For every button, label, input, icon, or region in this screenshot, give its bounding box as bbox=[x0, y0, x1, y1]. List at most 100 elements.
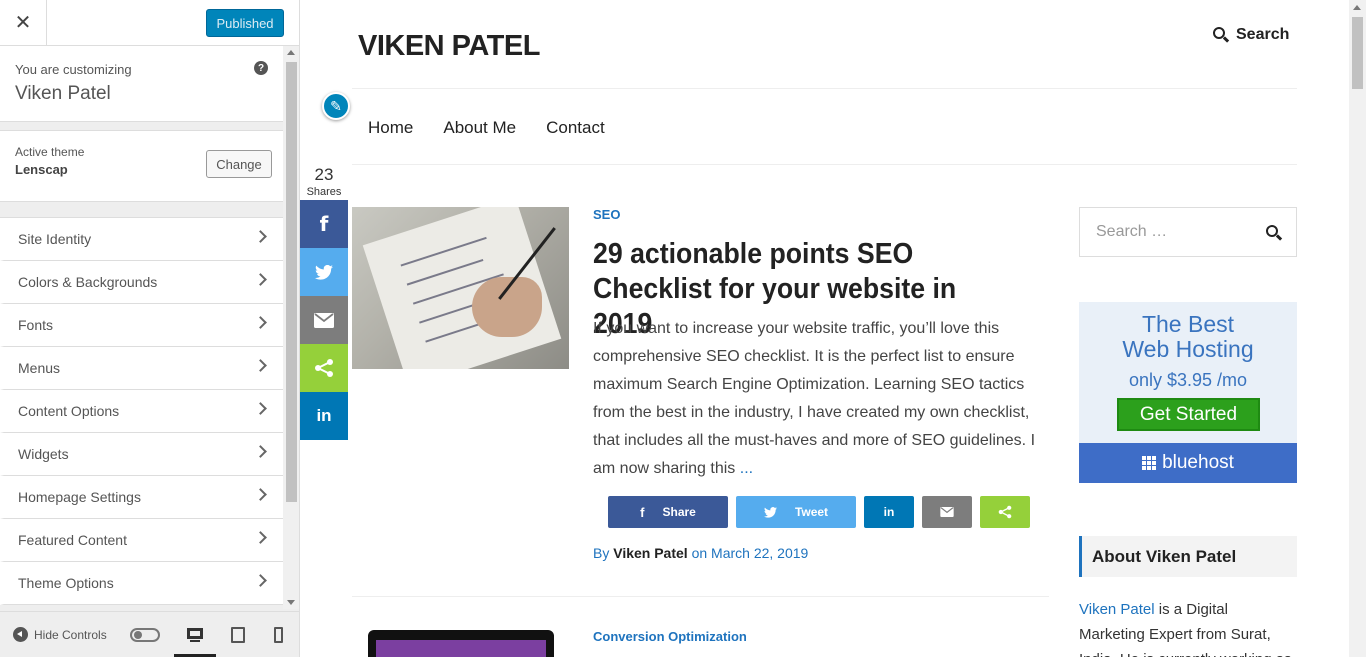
read-more-link[interactable]: ... bbox=[740, 460, 753, 477]
share-count-number: 23 bbox=[314, 165, 334, 184]
post-excerpt: If you want to increase your website tra… bbox=[593, 315, 1048, 483]
share-twitter-label: Tweet bbox=[794, 505, 829, 519]
floating-linkedin-button[interactable]: in bbox=[300, 392, 348, 440]
floating-twitter-button[interactable] bbox=[300, 248, 348, 296]
sidebar-item-featured-content[interactable]: Featured Content bbox=[0, 519, 283, 562]
nav-item-about-me[interactable]: About Me bbox=[443, 118, 516, 138]
scroll-up-arrow-icon[interactable] bbox=[287, 50, 295, 55]
hide-controls-label: Hide Controls bbox=[34, 627, 107, 642]
chevron-right-icon bbox=[254, 230, 267, 243]
sidebar-search-widget[interactable]: Search … bbox=[1079, 207, 1297, 257]
about-widget-title: About Viken Patel bbox=[1079, 536, 1297, 577]
publish-button[interactable]: Published bbox=[206, 9, 284, 37]
desktop-preview-icon[interactable] bbox=[186, 626, 204, 644]
floating-facebook-button[interactable]: f bbox=[300, 200, 348, 248]
sidebar-item-fonts[interactable]: Fonts bbox=[0, 304, 283, 347]
floating-email-button[interactable] bbox=[300, 296, 348, 344]
share-email-button[interactable] bbox=[922, 496, 972, 528]
hide-controls-button[interactable]: Hide Controls bbox=[13, 627, 107, 642]
close-customizer-button[interactable]: ✕ bbox=[0, 0, 47, 45]
sidebar-item-label: Content Options bbox=[18, 403, 120, 419]
scroll-up-arrow-icon[interactable] bbox=[1353, 5, 1361, 10]
ad-headline: The Best Web Hosting bbox=[1079, 312, 1297, 362]
bluehost-ad-banner[interactable]: The Best Web Hosting only $3.95 /mo Get … bbox=[1079, 302, 1297, 483]
nav-divider bbox=[352, 164, 1297, 165]
sidebar-item-content-options[interactable]: Content Options bbox=[0, 390, 283, 433]
header-search-button[interactable]: Search bbox=[1213, 26, 1289, 44]
post-category-link[interactable]: Conversion Optimization bbox=[593, 629, 747, 644]
share-facebook-button[interactable]: f Share bbox=[608, 496, 728, 528]
scrollbar-thumb[interactable] bbox=[1352, 17, 1363, 89]
tablet-preview-icon[interactable] bbox=[229, 626, 247, 644]
share-count-label: Shares bbox=[306, 186, 342, 198]
customizer-header: ✕ Published bbox=[0, 0, 299, 46]
post-byline: By Viken Patel on March 22, 2019 bbox=[593, 545, 808, 561]
main-navigation: Home About Me Contact bbox=[368, 118, 635, 138]
scrollbar-thumb[interactable] bbox=[286, 62, 297, 502]
active-theme-section: Active theme Lenscap Change bbox=[0, 130, 283, 202]
nav-item-home[interactable]: Home bbox=[368, 118, 413, 138]
chevron-right-icon bbox=[254, 445, 267, 458]
sidebar-item-homepage-settings[interactable]: Homepage Settings bbox=[0, 476, 283, 519]
about-author-link[interactable]: Viken Patel bbox=[1079, 601, 1155, 618]
edit-shortcut-pencil-icon[interactable]: ✎ bbox=[322, 92, 350, 120]
change-theme-button[interactable]: Change bbox=[206, 150, 272, 178]
preview-scrollbar[interactable] bbox=[1349, 0, 1366, 657]
search-icon bbox=[1213, 27, 1230, 43]
close-icon: ✕ bbox=[14, 12, 32, 34]
customizer-menu: Site Identity Colors & Backgrounds Fonts… bbox=[0, 217, 283, 605]
sidebar-item-theme-options[interactable]: Theme Options bbox=[0, 562, 283, 605]
linkedin-icon: in bbox=[316, 406, 332, 425]
about-widget-text: Viken Patel is a Digital Marketing Exper… bbox=[1079, 597, 1297, 657]
sidebar-item-label: Menus bbox=[18, 360, 61, 376]
email-icon bbox=[314, 312, 334, 328]
customizer-panel: You are customizing Viken Patel ? Active… bbox=[0, 46, 283, 609]
post-excerpt-text: If you want to increase your website tra… bbox=[593, 320, 1036, 477]
sidebar-item-menus[interactable]: Menus bbox=[0, 347, 283, 390]
twitter-icon bbox=[763, 506, 777, 518]
search-input[interactable]: Search … bbox=[1096, 223, 1167, 241]
chevron-right-icon bbox=[254, 574, 267, 587]
hide-controls-toggle[interactable] bbox=[130, 628, 160, 642]
share-twitter-button[interactable]: Tweet bbox=[736, 496, 856, 528]
sidebar-item-site-identity[interactable]: Site Identity bbox=[0, 218, 283, 261]
linkedin-icon: in bbox=[883, 505, 895, 519]
scroll-down-arrow-icon[interactable] bbox=[287, 600, 295, 605]
help-icon[interactable]: ? bbox=[254, 61, 268, 75]
ad-brand-name: bluehost bbox=[1162, 452, 1234, 473]
customizing-label: You are customizing bbox=[15, 62, 132, 77]
twitter-icon bbox=[315, 264, 333, 280]
post-thumbnail[interactable] bbox=[352, 207, 569, 369]
sidebar-item-label: Fonts bbox=[18, 317, 54, 333]
post-author-link[interactable]: Viken Patel bbox=[613, 545, 687, 561]
share-linkedin-button[interactable]: in bbox=[864, 496, 914, 528]
ad-get-started-button[interactable]: Get Started bbox=[1117, 398, 1260, 431]
sidebar-item-widgets[interactable]: Widgets bbox=[0, 433, 283, 476]
sidebar-item-label: Homepage Settings bbox=[18, 489, 141, 505]
ad-line1: The Best bbox=[1141, 311, 1235, 337]
search-icon[interactable] bbox=[1266, 225, 1283, 241]
customizer-sidebar: ✕ Published You are customizing Viken Pa… bbox=[0, 0, 300, 657]
sidebar-scrollbar[interactable] bbox=[283, 46, 299, 609]
share-icon bbox=[315, 359, 333, 377]
floating-share-button[interactable] bbox=[300, 344, 348, 392]
mobile-preview-icon[interactable] bbox=[270, 626, 288, 644]
site-title[interactable]: VIKEN PATEL bbox=[358, 30, 540, 63]
email-icon bbox=[940, 507, 954, 517]
byline-on: on bbox=[691, 545, 708, 561]
chevron-right-icon bbox=[254, 273, 267, 286]
byline-by: By bbox=[593, 545, 610, 561]
post-category-link[interactable]: SEO bbox=[593, 207, 620, 222]
chevron-right-icon bbox=[254, 488, 267, 501]
share-count: 23 Shares bbox=[300, 165, 348, 198]
nav-item-contact[interactable]: Contact bbox=[546, 118, 605, 138]
sidebar-item-colors-backgrounds[interactable]: Colors & Backgrounds bbox=[0, 261, 283, 304]
bluehost-logo-icon bbox=[1142, 456, 1157, 470]
customizing-site-name: Viken Patel bbox=[15, 83, 111, 104]
chevron-right-icon bbox=[254, 316, 267, 329]
chevron-right-icon bbox=[254, 359, 267, 372]
share-more-button[interactable] bbox=[980, 496, 1030, 528]
sidebar-item-label: Colors & Backgrounds bbox=[18, 274, 158, 290]
post-thumbnail[interactable] bbox=[368, 630, 554, 657]
post-date-link[interactable]: March 22, 2019 bbox=[711, 545, 808, 561]
